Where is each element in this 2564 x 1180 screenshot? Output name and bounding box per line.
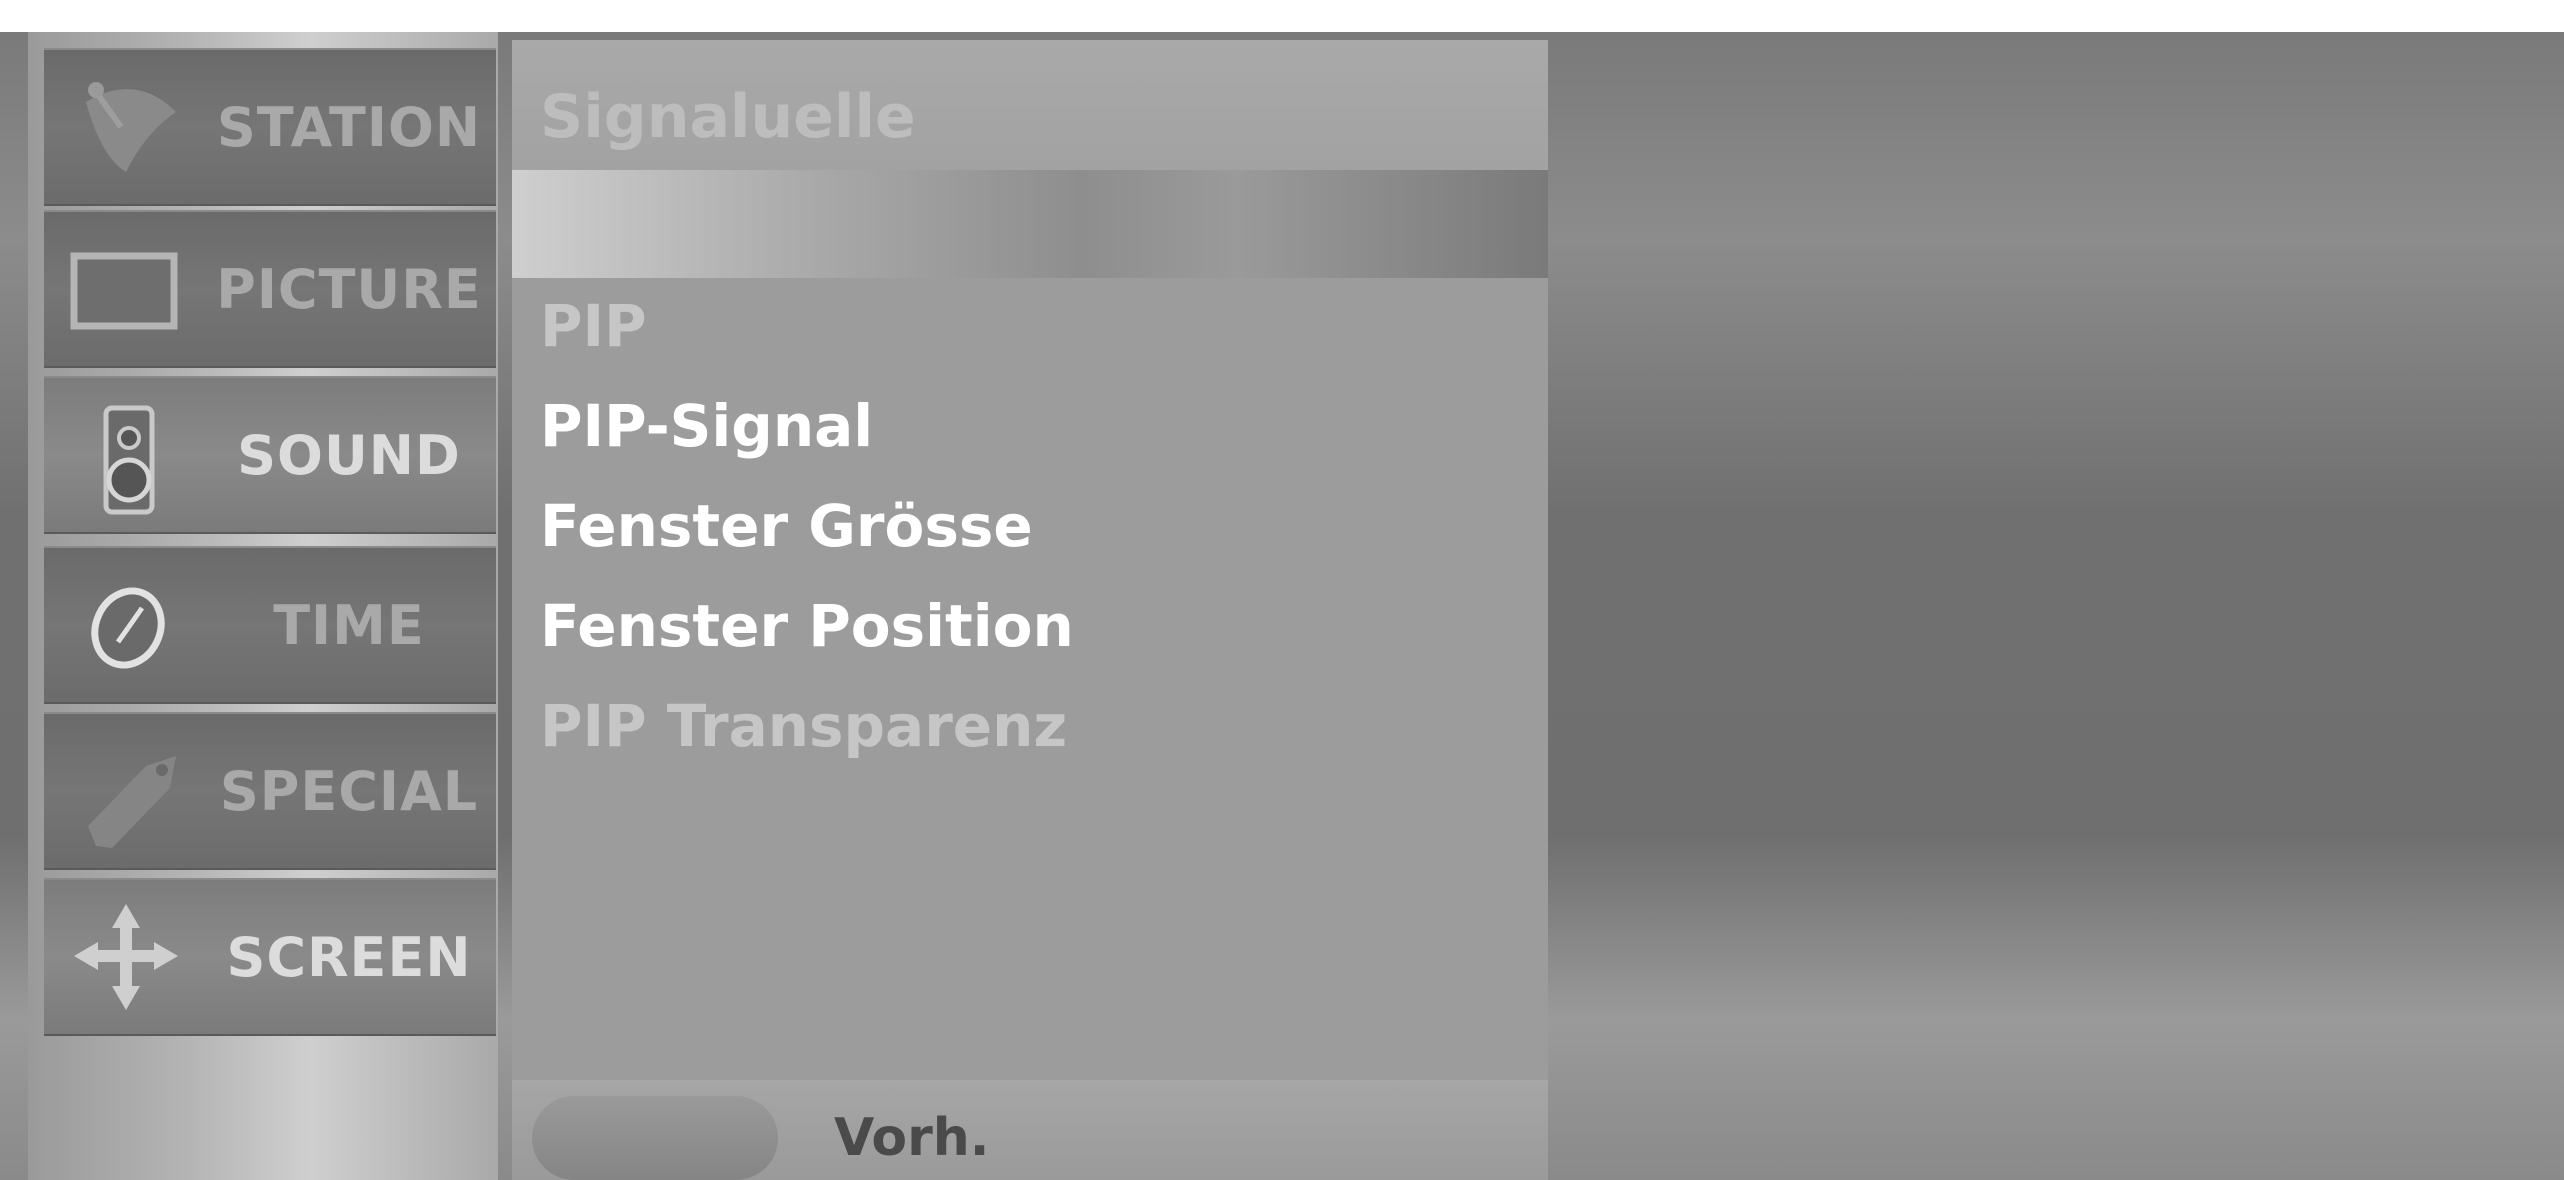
menu-item-picture[interactable]: PICTURE [44, 210, 496, 368]
submenu-title: Signaluelle [540, 82, 916, 152]
menu-item-sound[interactable]: SOUND [44, 376, 496, 534]
menu-item-time[interactable]: TIME [44, 546, 496, 704]
speaker-icon [66, 390, 186, 520]
menu-item-label: PICTURE [216, 257, 482, 321]
menu-item-station[interactable]: STATION [44, 48, 496, 206]
submenu-item-fenster-position[interactable]: Fenster Position [540, 592, 1074, 660]
submenu-separator-bar [512, 170, 1548, 278]
submenu-item-fenster-groesse[interactable]: Fenster Grösse [540, 492, 1033, 560]
move-arrows-icon [66, 892, 186, 1022]
menu-item-label: SPECIAL [219, 759, 479, 823]
footer-label: Vorh. [834, 1108, 990, 1168]
menu-item-screen[interactable]: SCREEN [44, 878, 496, 1036]
submenu-item-pip-transparenz[interactable]: PIP Transparenz [540, 692, 1067, 760]
submenu-item-pip-signal[interactable]: PIP-Signal [540, 392, 873, 460]
menu-item-label: SOUND [237, 423, 461, 487]
clock-icon [66, 560, 186, 690]
tag-icon [66, 726, 186, 856]
submenu-item-pip[interactable]: PIP [540, 292, 647, 360]
menu-item-label: TIME [273, 593, 425, 657]
menu-item-label: SCREEN [226, 925, 472, 989]
footer-button-pill[interactable] [532, 1096, 778, 1180]
menu-item-special[interactable]: SPECIAL [44, 712, 496, 870]
satellite-dish-icon [66, 62, 186, 192]
tv-screen-icon [66, 224, 186, 354]
menu-item-label: STATION [216, 95, 482, 159]
